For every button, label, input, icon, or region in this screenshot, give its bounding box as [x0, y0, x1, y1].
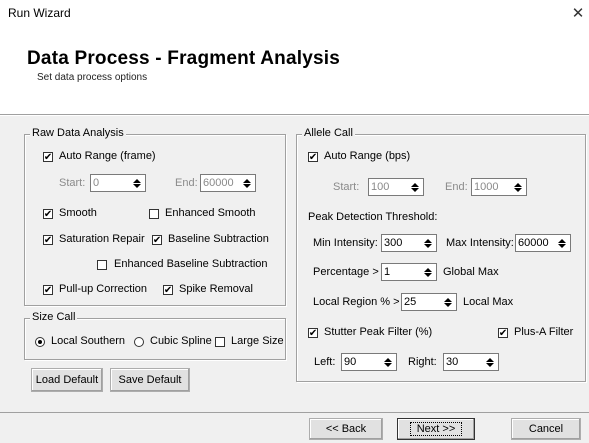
max-intensity-spinner[interactable]: 60000 [515, 234, 571, 252]
enhanced-baseline-label: Enhanced Baseline Subtraction [114, 258, 268, 270]
spinner-arrows-icon[interactable] [483, 355, 497, 369]
allele-call-group [296, 134, 586, 382]
page-subtitle: Set data process options [37, 72, 148, 83]
spinner-arrows-icon[interactable] [240, 176, 254, 190]
allele-end-value: 1000 [474, 181, 499, 193]
cancel-button[interactable]: Cancel [511, 418, 581, 440]
raw-end-spinner[interactable]: 60000 [200, 174, 256, 192]
header-divider [0, 114, 589, 116]
local-southern-label: Local Southern [51, 335, 125, 347]
allele-call-title: Allele Call [302, 127, 355, 139]
min-intensity-spinner[interactable]: 300 [381, 234, 437, 252]
percentage-value: 1 [384, 266, 391, 278]
enhanced-smooth-checkbox[interactable] [149, 209, 159, 219]
allele-start-value: 100 [371, 181, 390, 193]
load-default-button[interactable]: Load Default [31, 368, 103, 392]
stutter-peak-label: Stutter Peak Filter (%) [324, 326, 433, 338]
auto-range-bps-label: Auto Range (bps) [324, 150, 411, 162]
stutter-peak-checkbox[interactable] [308, 328, 318, 338]
local-max-label: Local Max [463, 296, 514, 308]
allele-start-label: Start: [333, 181, 360, 193]
allele-end-label: End: [445, 181, 468, 193]
spinner-arrows-icon[interactable] [421, 265, 435, 279]
stutter-left-spinner[interactable]: 90 [341, 353, 397, 371]
window-title: Run Wizard [8, 6, 71, 20]
plus-a-filter-label: Plus-A Filter [514, 326, 574, 338]
spinner-arrows-icon[interactable] [130, 176, 144, 190]
smooth-label: Smooth [59, 207, 97, 219]
plus-a-filter-checkbox[interactable] [498, 328, 508, 338]
auto-range-bps-checkbox[interactable] [308, 152, 318, 162]
local-southern-radio[interactable] [35, 337, 45, 347]
next-label: Next >> [409, 422, 463, 436]
pullup-correction-label: Pull-up Correction [59, 283, 148, 295]
max-intensity-label: Max Intensity: [446, 237, 514, 249]
local-region-value: 25 [404, 296, 417, 308]
saturation-repair-label: Saturation Repair [59, 233, 145, 245]
cancel-label: Cancel [528, 423, 564, 435]
stutter-right-value: 30 [446, 356, 459, 368]
pullup-correction-checkbox[interactable] [43, 285, 53, 295]
stutter-right-label: Right: [408, 356, 437, 368]
size-call-title: Size Call [30, 311, 78, 323]
large-size-checkbox[interactable] [215, 337, 225, 347]
next-button[interactable]: Next >> [397, 418, 475, 440]
saturation-repair-checkbox[interactable] [43, 235, 53, 245]
spinner-arrows-icon[interactable] [421, 236, 435, 250]
enhanced-smooth-label: Enhanced Smooth [165, 207, 256, 219]
peak-threshold-label: Peak Detection Threshold: [308, 211, 438, 223]
save-default-button[interactable]: Save Default [110, 368, 190, 392]
allele-end-spinner[interactable]: 1000 [471, 178, 527, 196]
back-button[interactable]: << Back [309, 418, 383, 440]
spinner-arrows-icon[interactable] [381, 355, 395, 369]
save-default-label: Save Default [118, 374, 182, 386]
enhanced-baseline-checkbox[interactable] [97, 260, 107, 270]
baseline-subtraction-checkbox[interactable] [152, 235, 162, 245]
title-bar [0, 0, 589, 32]
raw-start-label: Start: [59, 177, 86, 189]
close-icon[interactable]: ✕ [568, 2, 588, 26]
cubic-spline-label: Cubic Spline [150, 335, 212, 347]
min-intensity-label: Min Intensity: [313, 237, 378, 249]
load-default-label: Load Default [35, 374, 99, 386]
footer-divider [0, 412, 589, 413]
cubic-spline-radio[interactable] [134, 337, 144, 347]
spinner-arrows-icon[interactable] [441, 295, 455, 309]
percentage-label: Percentage > [313, 266, 379, 278]
allele-start-spinner[interactable]: 100 [368, 178, 424, 196]
global-max-label: Global Max [443, 266, 499, 278]
local-region-spinner[interactable]: 25 [401, 293, 457, 311]
auto-range-frame-label: Auto Range (frame) [59, 150, 156, 162]
raw-end-label: End: [175, 177, 198, 189]
spike-removal-checkbox[interactable] [163, 285, 173, 295]
percentage-spinner[interactable]: 1 [381, 263, 437, 281]
back-label: << Back [325, 423, 367, 435]
page-title: Data Process - Fragment Analysis [27, 48, 340, 69]
raw-data-analysis-title: Raw Data Analysis [30, 127, 126, 139]
baseline-subtraction-label: Baseline Subtraction [168, 233, 269, 245]
raw-end-value: 60000 [203, 177, 234, 189]
smooth-checkbox[interactable] [43, 209, 53, 219]
auto-range-frame-checkbox[interactable] [43, 152, 53, 162]
stutter-left-value: 90 [344, 356, 357, 368]
spinner-arrows-icon[interactable] [511, 180, 525, 194]
large-size-label: Large Size [231, 335, 284, 347]
spinner-arrows-icon[interactable] [555, 236, 569, 250]
spinner-arrows-icon[interactable] [408, 180, 422, 194]
raw-start-value: 0 [93, 177, 100, 189]
stutter-right-spinner[interactable]: 30 [443, 353, 499, 371]
max-intensity-value: 60000 [518, 237, 549, 249]
spike-removal-label: Spike Removal [179, 283, 253, 295]
stutter-left-label: Left: [314, 356, 336, 368]
raw-start-spinner[interactable]: 0 [90, 174, 146, 192]
min-intensity-value: 300 [384, 237, 403, 249]
local-region-label: Local Region % > [313, 296, 400, 308]
